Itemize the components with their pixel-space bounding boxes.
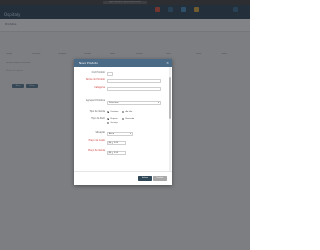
status-label: Situação <box>95 131 105 134</box>
sale-type-radio-unit[interactable] <box>107 111 110 114</box>
chevron-down-icon: ▾ <box>157 102 159 104</box>
name-label: Nome do Produto <box>85 78 105 81</box>
item-type-option-label: Próprio <box>110 118 118 120</box>
dialog-scrollbar[interactable] <box>169 67 171 171</box>
close-icon[interactable]: × <box>166 61 169 65</box>
sale-type-option-label: Ao kilo <box>125 111 133 113</box>
category-input[interactable] <box>107 87 161 91</box>
category-label: Categoria <box>94 86 105 89</box>
group-select[interactable]: Selecione ▾ <box>107 101 161 105</box>
dialog-footer: Salvar Fechar <box>74 171 172 185</box>
group-select-value: Selecione <box>109 102 119 104</box>
sale-price-input[interactable]: 0,00 <box>113 151 126 155</box>
cancel-button[interactable]: Fechar <box>153 176 167 181</box>
item-type-radio-resale[interactable] <box>122 118 125 121</box>
item-type-radio-service[interactable] <box>107 122 110 125</box>
status-select-value: Ativo <box>109 132 115 135</box>
sale-type-label: Tipo de Venda <box>89 110 105 113</box>
dialog-header: Novo Produto × <box>74 59 172 67</box>
item-type-option-label: Revenda <box>125 118 135 120</box>
sale-type-radio-kilo[interactable] <box>122 111 125 114</box>
product-dialog: Novo Produto × Cód Produto Nome do Produ… <box>74 59 172 185</box>
item-type-label: Tipo de Item <box>91 117 105 120</box>
cost-price-input[interactable]: 0,00 <box>113 141 126 145</box>
chevron-down-icon: ▾ <box>129 132 131 135</box>
sale-type-option-label: Unitario <box>110 111 119 113</box>
status-select[interactable]: Ativo ▾ <box>107 131 133 136</box>
item-type-option-label: Serviço <box>110 122 118 124</box>
code-label: Cód Produto <box>91 71 105 74</box>
name-input[interactable] <box>107 79 161 83</box>
dialog-body: Cód Produto Nome do Produto Categoria Ag… <box>74 67 172 171</box>
code-input[interactable] <box>107 71 113 76</box>
item-type-radio-own[interactable] <box>107 118 110 121</box>
cost-price-label: Preço de Custo <box>88 139 105 142</box>
save-button[interactable]: Salvar <box>138 176 152 181</box>
dialog-title: Novo Produto <box>79 61 98 65</box>
group-label: Agrupar Produtos <box>85 99 105 102</box>
sale-price-label: Preço de Venda <box>88 149 105 152</box>
scrollbar-thumb[interactable] <box>169 77 171 119</box>
